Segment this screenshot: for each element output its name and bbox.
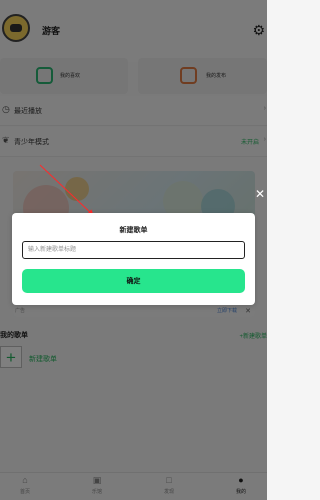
confirm-button[interactable]: 确定 bbox=[22, 269, 245, 293]
dialog-title: 新建歌单 bbox=[119, 227, 148, 234]
playlist-title-input[interactable] bbox=[22, 241, 245, 259]
close-icon[interactable]: ✕ bbox=[255, 187, 265, 201]
new-playlist-dialog: 新建歌单 确定 bbox=[12, 213, 255, 305]
